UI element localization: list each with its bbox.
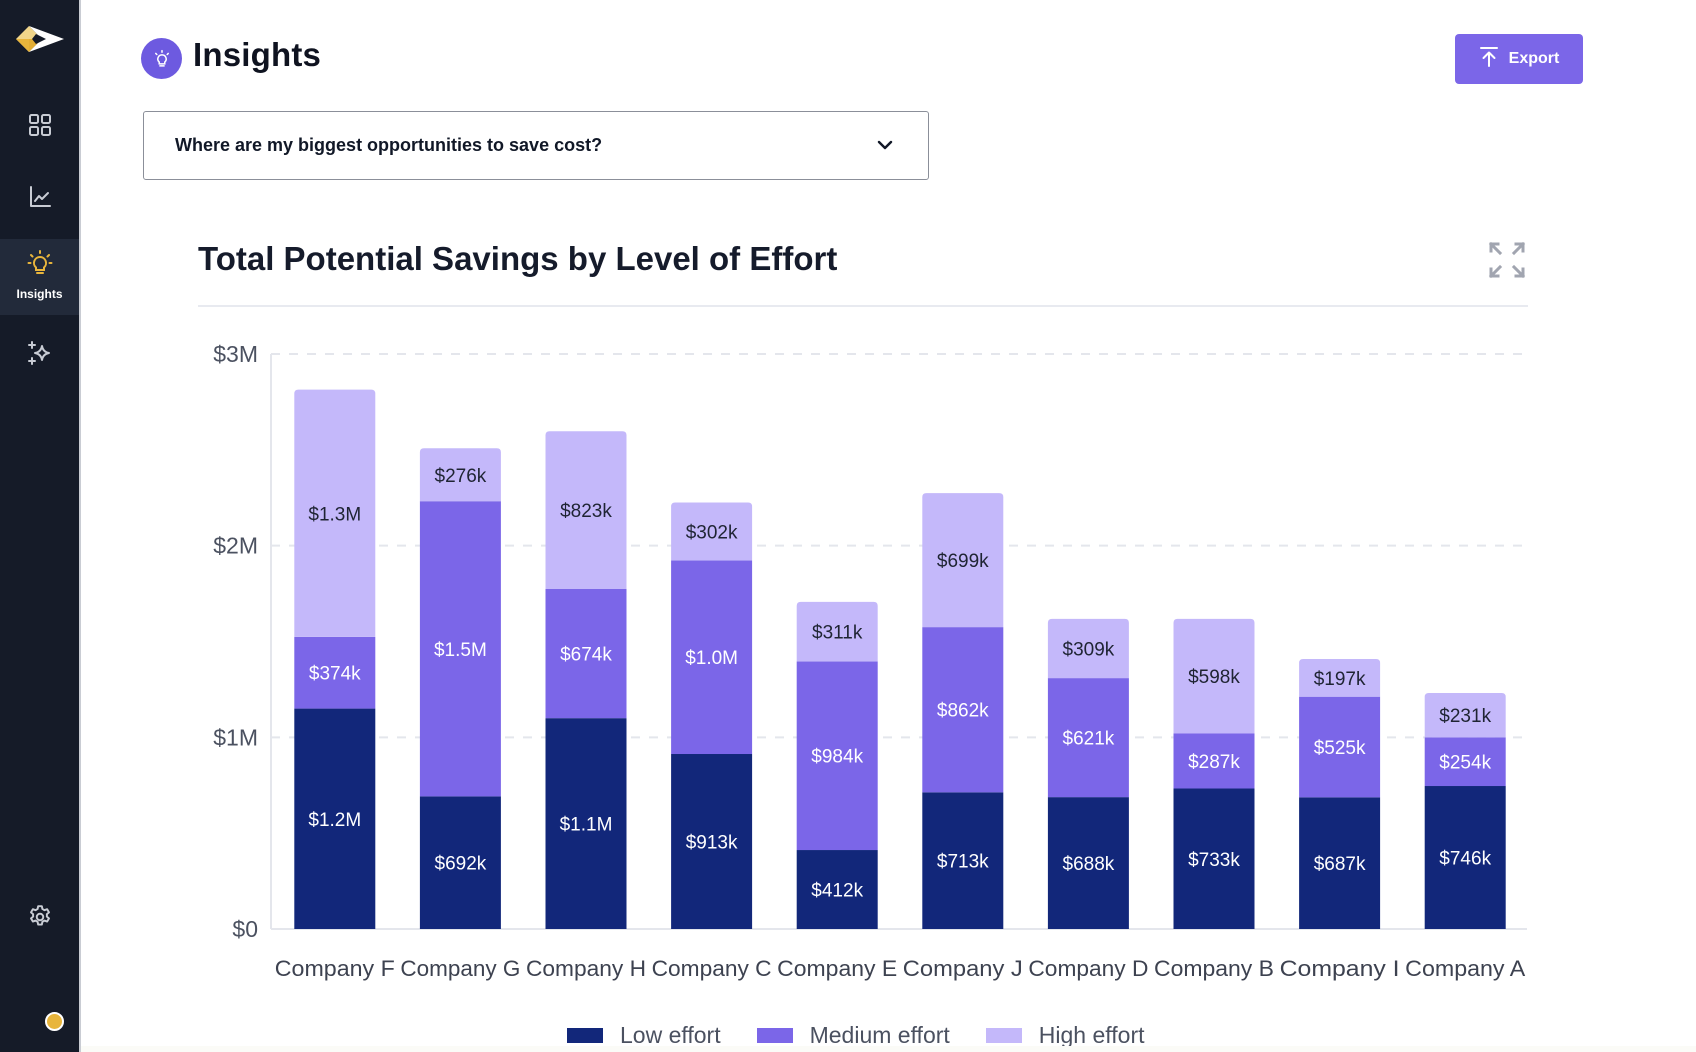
x-tick-label: Company B	[1154, 956, 1274, 981]
data-label: $231k	[1439, 706, 1491, 727]
chart-legend: Low effort Medium effort High effort	[567, 1022, 1181, 1049]
y-tick-label: $0	[232, 916, 258, 942]
y-tick-label: $1M	[213, 724, 258, 750]
x-tick-label: Company E	[777, 956, 897, 981]
legend-label: High effort	[1038, 1022, 1145, 1048]
legend-swatch	[567, 1028, 603, 1043]
data-label: $823k	[560, 501, 612, 522]
data-label: $197k	[1314, 669, 1366, 690]
data-label: $1.5M	[434, 640, 487, 661]
data-label: $688k	[1063, 854, 1115, 875]
data-label: $311k	[812, 623, 863, 644]
legend-label: Medium effort	[809, 1022, 950, 1048]
x-tick-label: Company D	[1028, 956, 1148, 981]
data-label: $913k	[686, 833, 738, 854]
x-tick-label: Company I	[1280, 956, 1400, 981]
x-tick-label: Company A	[1405, 956, 1525, 981]
data-label: $1.0M	[685, 648, 738, 669]
y-tick-label: $2M	[213, 533, 258, 559]
legend-swatch	[985, 1028, 1022, 1043]
legend-item[interactable]: Medium effort	[756, 1022, 950, 1049]
data-label: $733k	[1188, 850, 1240, 871]
data-label: $746k	[1439, 849, 1491, 870]
data-label: $674k	[560, 645, 612, 666]
data-label: $374k	[309, 664, 361, 685]
data-label: $525k	[1314, 738, 1366, 759]
data-label: $1.2M	[308, 810, 361, 831]
legend-item[interactable]: High effort	[985, 1022, 1145, 1049]
data-label: $621k	[1063, 729, 1115, 750]
data-label: $692k	[435, 854, 487, 875]
data-label: $598k	[1188, 667, 1240, 688]
legend-item[interactable]: Low effort	[567, 1022, 721, 1049]
data-label: $287k	[1188, 752, 1240, 773]
data-label: $713k	[937, 852, 989, 873]
data-label: $984k	[811, 747, 863, 768]
data-label: $1.1M	[560, 815, 613, 836]
legend-swatch	[756, 1028, 793, 1043]
data-label: $1.3M	[308, 504, 361, 525]
stacked-bar-chart: $0 $1M $2M $3M $1.2M $374k $1.3M Company F $692k…	[213, 341, 1527, 981]
x-tick-label: Company G	[400, 956, 520, 981]
status-indicator	[45, 1012, 64, 1031]
x-tick-label: Company J	[903, 956, 1023, 981]
data-label: $412k	[811, 881, 863, 902]
bottom-edge	[81, 1046, 1696, 1052]
x-tick-label: Company H	[526, 956, 646, 981]
legend-label: Low effort	[620, 1022, 721, 1048]
data-label: $699k	[937, 551, 989, 572]
x-tick-label: Company F	[275, 956, 395, 981]
data-label: $276k	[435, 466, 487, 487]
data-label: $302k	[686, 522, 738, 543]
y-tick-label: $3M	[213, 341, 258, 367]
data-label: $309k	[1063, 639, 1115, 660]
x-tick-label: Company C	[652, 956, 772, 981]
data-label: $862k	[937, 701, 989, 722]
data-label: $254k	[1439, 753, 1491, 774]
data-label: $687k	[1314, 854, 1366, 875]
